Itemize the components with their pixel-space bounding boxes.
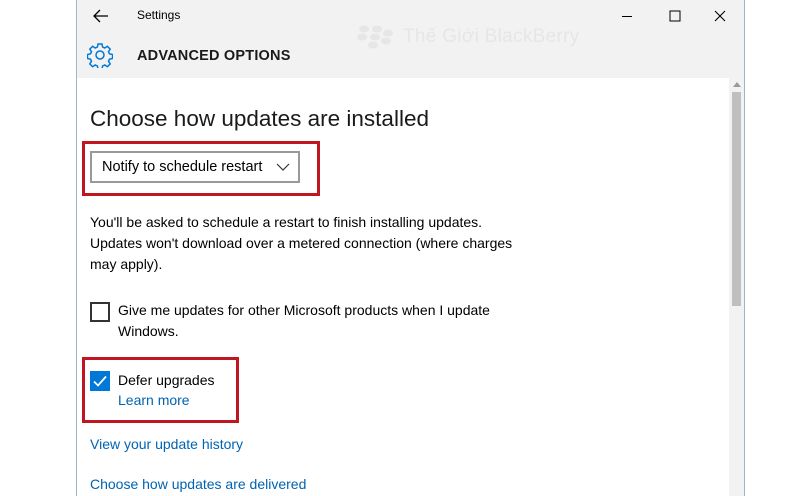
watermark-text: Thế Giới BlackBerry: [403, 26, 580, 47]
back-button[interactable]: [87, 4, 115, 28]
watermark: Thế Giới BlackBerry: [355, 23, 580, 51]
defer-upgrades-checkbox[interactable]: [90, 371, 110, 391]
scroll-up-icon[interactable]: [733, 82, 741, 87]
back-arrow-icon: [93, 9, 108, 23]
close-icon: [714, 10, 726, 22]
minimize-icon: [622, 16, 632, 17]
maximize-icon: [669, 10, 681, 22]
learn-more-link[interactable]: Learn more: [118, 392, 190, 408]
gear-icon: [87, 43, 113, 68]
vertical-scrollbar[interactable]: [729, 78, 744, 496]
minimize-button[interactable]: [604, 0, 650, 32]
window-title: Settings: [137, 8, 181, 22]
section-heading: Choose how updates are installed: [90, 106, 429, 131]
settings-window: Settings ADVANCED OPTIONS Thế Giới Black…: [76, 0, 745, 496]
ms-products-label: Give me updates for other Microsoft prod…: [118, 302, 490, 339]
update-history-link[interactable]: View your update history: [90, 436, 243, 452]
defer-upgrades-label: Defer upgrades: [118, 372, 215, 388]
install-method-dropdown[interactable]: Notify to schedule restart: [90, 151, 300, 183]
install-description: You'll be asked to schedule a restart to…: [90, 214, 513, 272]
maximize-button[interactable]: [652, 0, 698, 32]
page-title: ADVANCED OPTIONS: [137, 48, 291, 64]
chevron-down-icon: [276, 163, 290, 171]
scroll-thumb[interactable]: [732, 92, 741, 306]
update-delivery-link[interactable]: Choose how updates are delivered: [90, 476, 306, 492]
dropdown-selected-value: Notify to schedule restart: [102, 159, 263, 175]
checkmark-icon: [93, 375, 107, 387]
close-button[interactable]: [697, 0, 743, 32]
content-area: Choose how updates are installed Notify …: [77, 78, 729, 496]
ms-products-checkbox[interactable]: [90, 302, 110, 322]
blackberry-logo-icon: [357, 25, 393, 49]
